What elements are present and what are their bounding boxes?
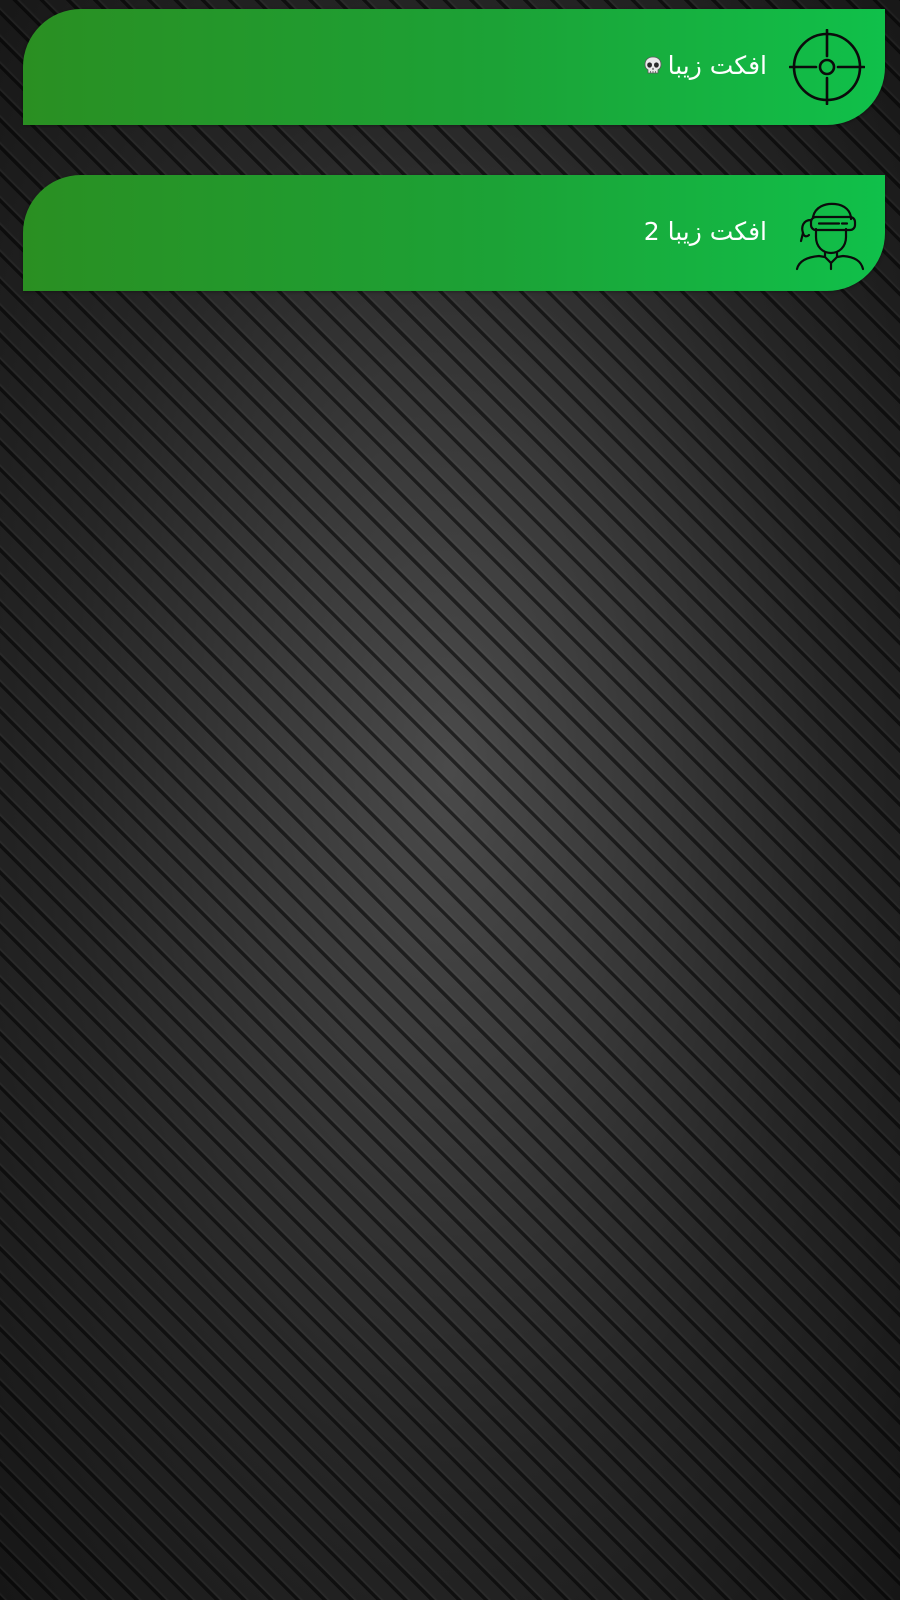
- item-title-text: افکت زیبا: [667, 51, 767, 80]
- skull-icon: [642, 55, 664, 77]
- list-item-effect-1[interactable]: افکت زیبا: [23, 9, 885, 125]
- list-item-effect-2[interactable]: افکت زیبا 2: [23, 175, 885, 291]
- item-title: افکت زیبا: [642, 46, 767, 86]
- vr-headset-person-icon: [789, 195, 865, 271]
- item-title: افکت زیبا 2: [644, 212, 767, 252]
- crosshair-icon: [789, 29, 865, 105]
- item-title-text: افکت زیبا 2: [643, 217, 767, 246]
